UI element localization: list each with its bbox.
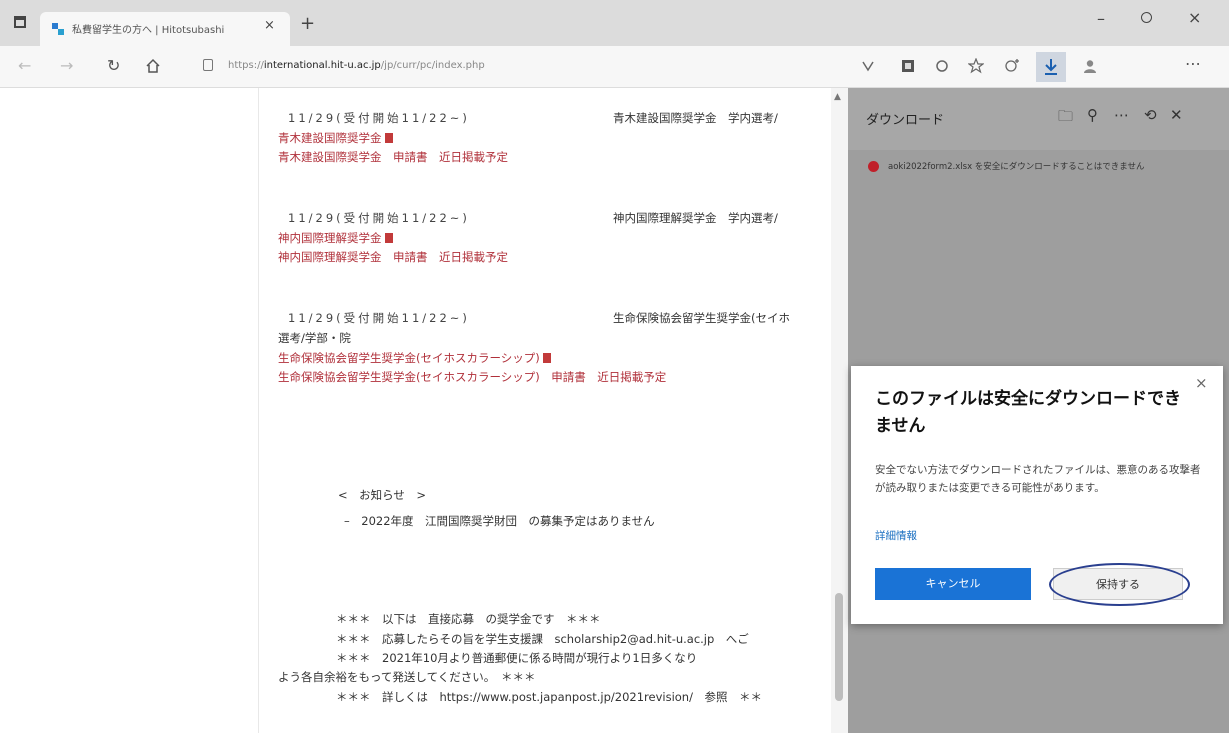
keep-button-highlight	[1049, 563, 1190, 606]
block1-link2[interactable]: 青木建設国際奨学金 申請書 近日掲載予定	[278, 149, 508, 165]
browser-tab[interactable]: 私費留学生の方へ | Hitotsubashi ×	[40, 12, 290, 46]
scroll-up-icon[interactable]: ▲	[834, 92, 841, 102]
close-window-button[interactable]: ×	[1188, 8, 1201, 27]
block1-title: 青木建設国際奨学金 学内選考/	[613, 111, 778, 125]
document-icon	[542, 353, 551, 363]
browser-toolbar: ← → ↻ https://international.hit-u.ac.jp/…	[0, 46, 1229, 88]
home-icon[interactable]	[145, 58, 161, 74]
tab-title: 私費留学生の方へ | Hitotsubashi	[72, 25, 225, 36]
error-icon	[868, 161, 879, 172]
bottom-line-2: ＊＊＊ 応募したらその旨を学生支援課 scholarship2@ad.hit-u…	[336, 632, 749, 646]
new-tab-button[interactable]: +	[300, 13, 315, 34]
more-options-icon[interactable]: ⋯	[1114, 106, 1129, 124]
back-icon[interactable]: ←	[18, 56, 31, 75]
reading-icon[interactable]	[860, 58, 876, 74]
site-favicon-icon	[52, 23, 64, 35]
block2-title: 神内国際理解奨学金 学内選考/	[613, 211, 778, 225]
title-bar: 私費留学生の方へ | Hitotsubashi × + – ×	[0, 0, 1229, 46]
more-icon[interactable]: ⋯	[1185, 54, 1201, 73]
address-url: https://international.hit-u.ac.jp/jp/cur…	[228, 60, 485, 71]
download-item-message: aoki2022form2.xlsx を安全にダウンロードすることはできません	[888, 162, 1145, 172]
download-item[interactable]: aoki2022form2.xlsx を安全にダウンロードすることはできません	[848, 154, 1229, 184]
bottom-line-4: よう各自余裕をもって発送してください。 ＊＊＊	[278, 670, 536, 684]
block3-cont: 選考/学部・院	[278, 331, 351, 345]
block3-title: 生命保険協会留学生奨学金(セイホ	[613, 311, 790, 325]
block3-date: 11/29(受付開始11/22~)	[288, 311, 470, 325]
block3-link1[interactable]: 生命保険協会留学生奨学金(セイホスカラーシップ)	[278, 350, 551, 366]
pin-icon[interactable]: ⟲	[1144, 106, 1157, 124]
collections-icon[interactable]	[900, 58, 916, 74]
add-favorite-icon[interactable]	[1004, 58, 1020, 74]
tab-close-icon[interactable]: ×	[264, 18, 275, 33]
maximize-button[interactable]	[1141, 12, 1152, 23]
unsafe-download-dialog: × このファイルは安全にダウンロードできません 安全でない方法でダウンロードされ…	[851, 366, 1223, 624]
page-content: 11/29(受付開始11/22~) 青木建設国際奨学金 学内選考/ 青木建設国際…	[278, 88, 828, 733]
scroll-thumb[interactable]	[835, 593, 843, 701]
bottom-line-5: ＊＊＊ 詳しくは https://www.post.japanpost.jp/2…	[336, 690, 762, 704]
downloads-header: ダウンロード 🗀 ⚲ ⋯ ⟲ ✕	[848, 88, 1229, 150]
document-icon	[384, 233, 393, 243]
downloads-title: ダウンロード	[866, 113, 945, 128]
block1-date: 11/29(受付開始11/22~)	[288, 111, 470, 125]
cancel-button[interactable]: キャンセル	[875, 568, 1031, 600]
page-divider	[258, 88, 259, 733]
lock-icon[interactable]	[203, 59, 213, 71]
favorites-icon[interactable]	[968, 58, 984, 74]
address-bar[interactable]: https://international.hit-u.ac.jp/jp/cur…	[200, 54, 840, 80]
profile-icon[interactable]	[1082, 58, 1098, 74]
extension-icon[interactable]	[934, 58, 950, 74]
window-menu-icon[interactable]	[14, 16, 26, 28]
dialog-title: このファイルは安全にダウンロードできません	[875, 389, 1181, 436]
block3-link2[interactable]: 生命保険協会留学生奨学金(セイホスカラーシップ) 申請書 近日掲載予定	[278, 369, 666, 385]
more-info-link[interactable]: 詳細情報	[875, 528, 917, 543]
page-scrollbar[interactable]: ▲	[831, 88, 848, 733]
forward-icon[interactable]: →	[60, 56, 73, 75]
block1-link1[interactable]: 青木建設国際奨学金	[278, 130, 393, 146]
download-icon[interactable]	[1036, 52, 1066, 82]
minimize-button[interactable]: –	[1097, 9, 1105, 28]
document-icon	[384, 133, 393, 143]
refresh-icon[interactable]: ↻	[107, 56, 120, 75]
block2-date: 11/29(受付開始11/22~)	[288, 211, 470, 225]
dialog-close-icon[interactable]: ×	[1195, 374, 1208, 392]
web-page: 11/29(受付開始11/22~) 青木建設国際奨学金 学内選考/ 青木建設国際…	[0, 88, 848, 733]
dialog-body: 安全でない方法でダウンロードされたファイルは、悪意のある攻撃者が読み取りまたは変…	[875, 464, 1201, 494]
close-icon[interactable]: ✕	[1170, 106, 1183, 124]
notice-item: – 2022年度 江間国際奨学財団 の募集予定はありません	[344, 514, 655, 528]
bottom-line-1: ＊＊＊ 以下は 直接応募 の奨学金です ＊＊＊	[336, 612, 601, 626]
bottom-line-3: ＊＊＊ 2021年10月より普通郵便に係る時間が現行より1日多くなり	[336, 651, 698, 665]
block2-link2[interactable]: 神内国際理解奨学金 申請書 近日掲載予定	[278, 249, 508, 265]
open-folder-icon[interactable]: 🗀	[1058, 106, 1073, 131]
block2-link1[interactable]: 神内国際理解奨学金	[278, 230, 393, 246]
search-icon[interactable]: ⚲	[1087, 106, 1098, 124]
notice-heading: < お知らせ >	[338, 488, 427, 502]
